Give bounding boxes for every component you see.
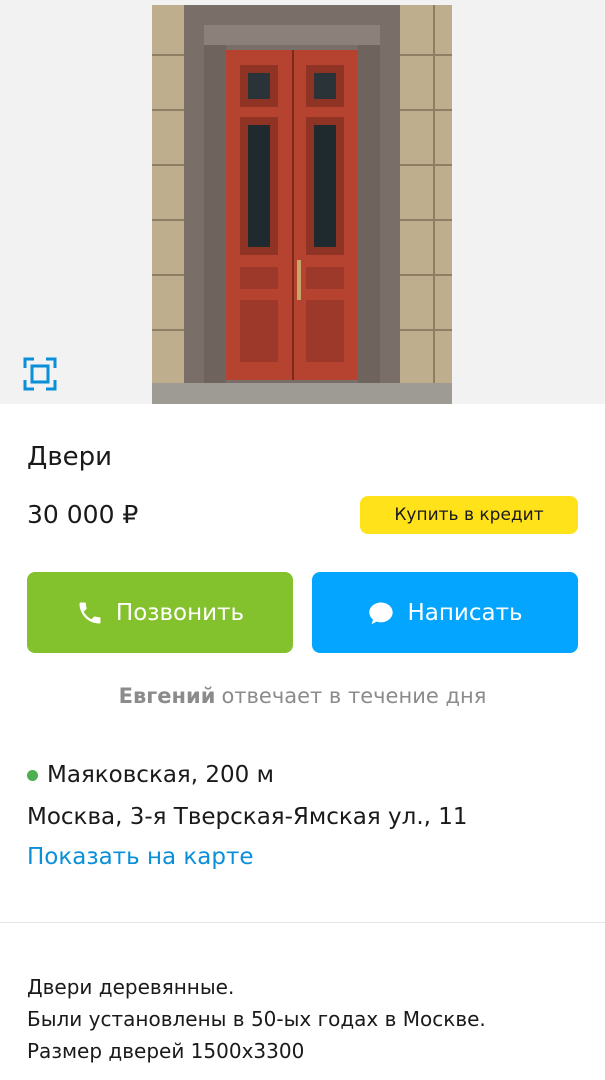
door-image — [152, 5, 452, 404]
metro-line-dot — [27, 769, 38, 781]
description-line: Двери деревянные. — [27, 975, 235, 999]
photo-gallery[interactable] — [0, 0, 605, 404]
listing-description: Двери деревянные. Были установлены в 50-… — [27, 971, 486, 1067]
fullscreen-icon — [23, 357, 57, 391]
listing-title: Двери — [27, 442, 113, 472]
show-on-map-link[interactable]: Показать на карте — [27, 844, 254, 870]
call-button[interactable]: Позвонить — [27, 572, 293, 653]
write-button-label: Написать — [407, 599, 523, 626]
buy-on-credit-button[interactable]: Купить в кредит — [360, 496, 578, 534]
listing-photo[interactable] — [152, 5, 452, 404]
seller-name[interactable]: Евгений — [119, 684, 216, 708]
metro-station: Маяковская, 200 м — [27, 762, 274, 788]
fullscreen-button[interactable] — [16, 350, 64, 398]
seller-info: Евгений отвечает в течение дня — [0, 684, 605, 708]
description-line: Были установлены в 50-ых годах в Москве. — [27, 1007, 486, 1031]
listing-price: 30 000 ₽ — [27, 500, 139, 529]
chat-bubble-icon — [369, 602, 394, 624]
call-button-label: Позвонить — [115, 599, 245, 626]
description-line: Размер дверей 1500х3300 — [27, 1039, 305, 1063]
metro-label: Маяковская, 200 м — [47, 762, 274, 788]
write-message-button[interactable]: Написать — [312, 572, 578, 653]
phone-icon — [79, 602, 101, 623]
address: Москва, 3-я Тверская-Ямская ул., 11 — [27, 804, 468, 830]
divider — [0, 922, 605, 923]
seller-response-time: отвечает в течение дня — [221, 684, 487, 708]
